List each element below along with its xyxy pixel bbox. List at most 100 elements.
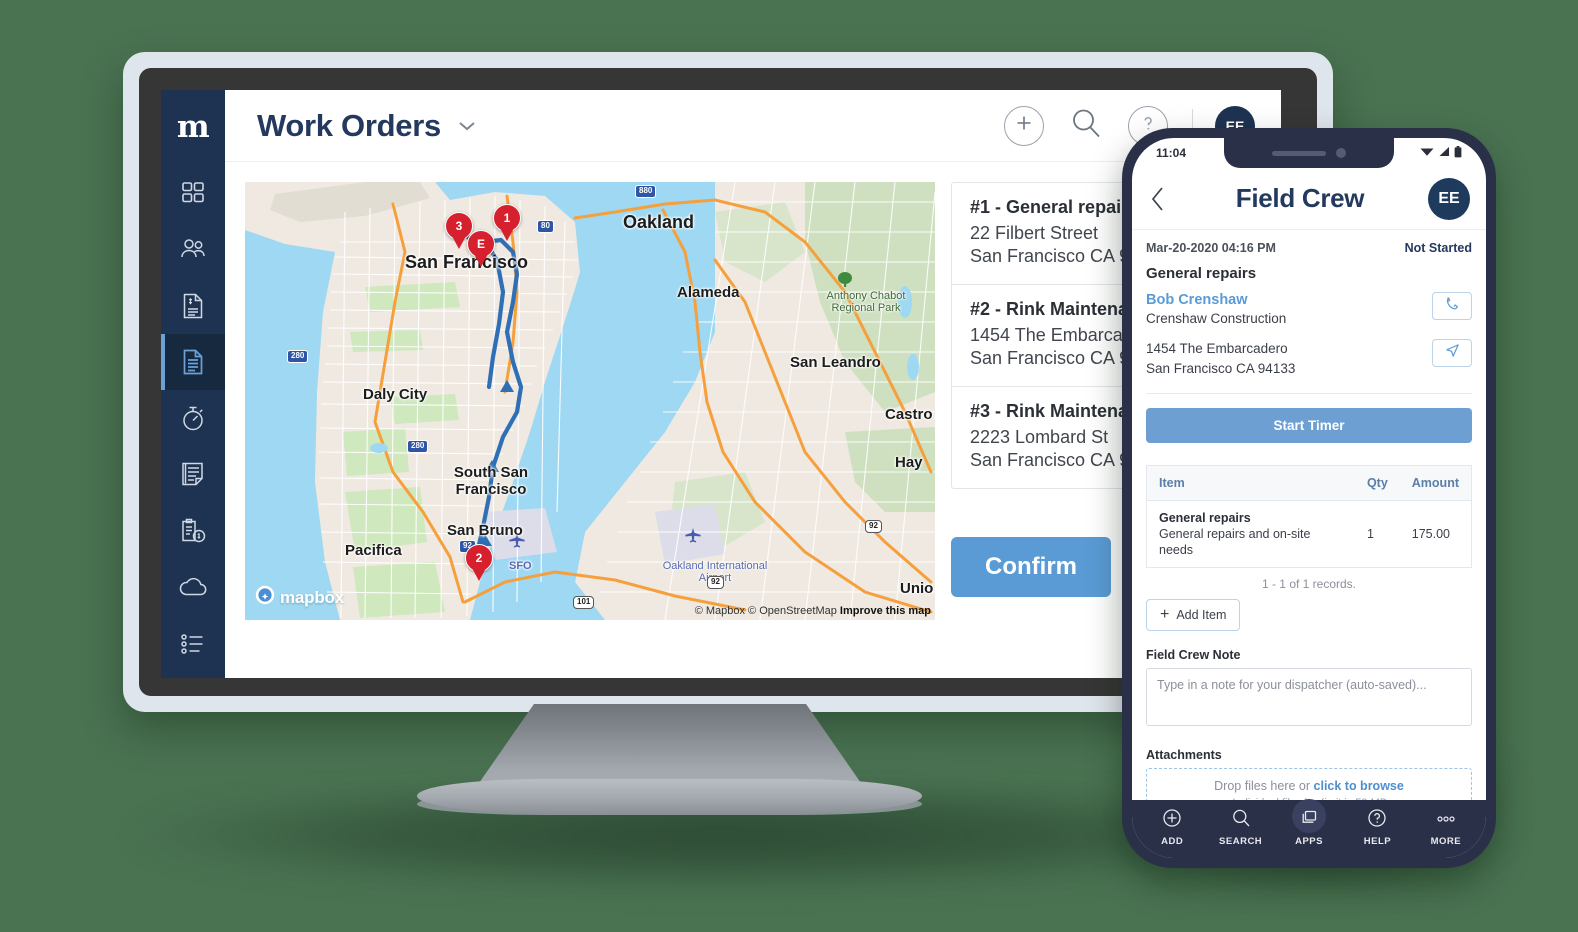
nav-label: APPS bbox=[1295, 836, 1323, 847]
nav-label: SEARCH bbox=[1219, 835, 1263, 847]
add-item-label: Add Item bbox=[1176, 608, 1227, 623]
search-icon bbox=[1069, 106, 1103, 145]
items-table: Item Qty Amount General repairs General … bbox=[1146, 464, 1472, 569]
chevron-down-icon[interactable] bbox=[457, 120, 477, 132]
add-item-button[interactable]: + Add Item bbox=[1146, 599, 1241, 632]
mapbox-mark-icon bbox=[255, 585, 275, 610]
contact-name-link[interactable]: Bob Crenshaw bbox=[1146, 292, 1432, 308]
sidebar-item-dashboard[interactable] bbox=[161, 165, 225, 221]
item-cell: General repairs General repairs and on-s… bbox=[1147, 500, 1355, 568]
field-crew-note-input[interactable] bbox=[1146, 668, 1472, 727]
screenshot-stage: m Work Orders EE San Francisco Oakland A… bbox=[0, 0, 1578, 932]
ledger-icon bbox=[180, 461, 206, 488]
amount-cell: 175.00 bbox=[1411, 526, 1451, 541]
contact-company: Crenshaw Construction bbox=[1146, 311, 1287, 326]
job-name: General repairs bbox=[1146, 265, 1257, 282]
call-button[interactable] bbox=[1432, 292, 1472, 320]
add-button[interactable] bbox=[1004, 105, 1044, 146]
improve-this-map-link[interactable]: Improve this map bbox=[840, 605, 931, 617]
phone-body: Mar-20-2020 04:16 PM Not Started General… bbox=[1132, 230, 1486, 800]
map-pin-tail bbox=[452, 236, 466, 249]
confirm-button[interactable]: Confirm bbox=[951, 537, 1111, 598]
highway-shield-101: 101 bbox=[573, 596, 595, 609]
column-header-amount[interactable]: Amount bbox=[1399, 465, 1472, 501]
document-icon bbox=[181, 348, 205, 376]
monitor-stand-base bbox=[417, 779, 922, 813]
bullet-list-icon bbox=[180, 633, 206, 655]
sidebar-item-cloud[interactable] bbox=[161, 559, 225, 615]
brand-logo: m bbox=[176, 109, 210, 145]
items-table-head: Item Qty Amount bbox=[1146, 465, 1472, 501]
clipboard-dollar-icon bbox=[179, 517, 207, 545]
topbar: Work Orders EE bbox=[225, 90, 1281, 162]
highway-shield-880: 880 bbox=[635, 185, 657, 198]
phone-title: Field Crew bbox=[1235, 183, 1365, 213]
column-header-item[interactable]: Item bbox=[1146, 465, 1355, 501]
status-time: 11:04 bbox=[1156, 146, 1187, 160]
contact-text: Bob Crenshaw Crenshaw Construction bbox=[1146, 292, 1432, 326]
attachments-label: Attachments bbox=[1146, 748, 1222, 763]
field-crew-note-label: Field Crew Note bbox=[1146, 648, 1241, 663]
highway-shield-280-a: 280 bbox=[287, 350, 309, 363]
grid-icon bbox=[180, 180, 206, 206]
battery-icon bbox=[1454, 145, 1462, 161]
attachment-dropzone[interactable]: Drop files here or click to browse Indiv… bbox=[1146, 768, 1472, 800]
nav-more[interactable]: MORE bbox=[1412, 808, 1480, 847]
stopwatch-icon bbox=[180, 404, 206, 432]
divider bbox=[1146, 392, 1472, 394]
highway-shield-92-b: 92 bbox=[707, 576, 724, 589]
sidebar-item-estimates[interactable] bbox=[161, 503, 225, 559]
item-name: General repairs bbox=[1159, 510, 1251, 525]
question-circle-icon bbox=[1367, 808, 1387, 833]
phone-frame: 11:04 Field Crew EE Mar-20-2020 04:16 PM… bbox=[1122, 128, 1496, 868]
plus-icon bbox=[1014, 113, 1034, 138]
phone-icon bbox=[1445, 296, 1460, 316]
wifi-icon bbox=[1420, 146, 1434, 160]
map-pin-2[interactable]: 2 bbox=[465, 544, 493, 582]
start-timer-button[interactable]: Start Timer bbox=[1146, 407, 1472, 443]
browse-link[interactable]: click to browse bbox=[1314, 779, 1404, 793]
item-description: General repairs and on-site needs bbox=[1159, 526, 1311, 557]
records-count: 1 - 1 of 1 records. bbox=[1261, 577, 1357, 592]
invoice-document-icon bbox=[181, 292, 205, 320]
items-table-header-row: Item Qty Amount bbox=[1146, 465, 1472, 501]
nav-search[interactable]: SEARCH bbox=[1206, 808, 1274, 847]
map[interactable]: San Francisco Oakland Alameda San Leandr… bbox=[245, 182, 935, 620]
contact-block: Bob Crenshaw Crenshaw Construction bbox=[1146, 292, 1472, 326]
map-pin-tail bbox=[500, 228, 514, 241]
address-line1: 1454 The Embarcadero bbox=[1146, 341, 1288, 356]
map-attribution: © Mapbox © OpenStreetMap Improve this ma… bbox=[695, 605, 931, 617]
nav-help[interactable]: HELP bbox=[1343, 808, 1411, 847]
mapbox-logo[interactable]: mapbox bbox=[255, 585, 344, 610]
search-icon bbox=[1231, 808, 1251, 833]
avatar[interactable]: EE bbox=[1428, 177, 1470, 220]
column-header-qty[interactable]: Qty bbox=[1354, 465, 1400, 501]
map-pin-1[interactable]: 1 bbox=[493, 204, 521, 242]
dropzone-prefix: Drop files here or bbox=[1214, 779, 1314, 794]
phone-header: Field Crew EE bbox=[1132, 168, 1486, 230]
chevron-left-icon[interactable] bbox=[1144, 186, 1172, 212]
sidebar-item-customers[interactable] bbox=[161, 221, 225, 277]
sidebar-item-time-tracking[interactable] bbox=[161, 390, 225, 446]
nav-label: ADD bbox=[1161, 835, 1184, 847]
phone-speaker bbox=[1272, 150, 1326, 156]
search-button[interactable] bbox=[1066, 106, 1106, 146]
nav-add[interactable]: ADD bbox=[1138, 808, 1206, 847]
sidebar-item-list-view[interactable] bbox=[161, 616, 225, 672]
nav-apps[interactable]: APPS bbox=[1275, 799, 1343, 847]
nav-label: MORE bbox=[1430, 835, 1462, 847]
items-table-body: General repairs General repairs and on-s… bbox=[1147, 500, 1472, 568]
meta-row: Mar-20-2020 04:16 PM Not Started bbox=[1146, 230, 1472, 265]
plus-icon: + bbox=[1160, 606, 1170, 624]
navigation-arrow-icon bbox=[1445, 343, 1460, 363]
sidebar-item-work-orders[interactable] bbox=[161, 333, 225, 391]
map-pin-e[interactable]: E bbox=[467, 230, 495, 268]
dropzone-text: Drop files here or click to browse bbox=[1153, 779, 1465, 793]
phone-bottom-nav: ADD SEARCH APPS HELP MORE bbox=[1132, 799, 1486, 858]
map-attribution-text: © Mapbox © OpenStreetMap bbox=[694, 605, 837, 617]
navigate-button[interactable] bbox=[1432, 339, 1472, 367]
map-pin-tail bbox=[474, 254, 488, 267]
table-row[interactable]: General repairs General repairs and on-s… bbox=[1147, 500, 1472, 568]
sidebar-item-ledger[interactable] bbox=[161, 447, 225, 503]
sidebar-item-invoices[interactable] bbox=[161, 278, 225, 334]
